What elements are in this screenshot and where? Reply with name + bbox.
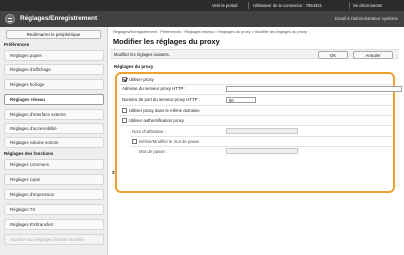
sidebar-item-accessibility[interactable]: Réglages d'accessibilité (4, 123, 104, 134)
functions-heading: Réglages des fonctions (4, 151, 54, 156)
page-title: Modifier les réglages du proxy (113, 37, 220, 46)
login-user-label: Utilisateur de la connexion : 7654321 (253, 3, 322, 8)
sidebar-item-common[interactable]: Réglages communs (4, 159, 104, 170)
set-password-checkbox[interactable] (132, 139, 137, 144)
sidebar-item-copy[interactable]: Réglages copie (4, 174, 104, 185)
row-divider (120, 94, 392, 95)
proxy-port-label: Numéro de port du serveur proxy HTTP : (122, 97, 200, 102)
row-divider (130, 146, 392, 147)
row-divider (120, 115, 392, 116)
sidebar: Redémarrer le périphérique Préférences R… (0, 27, 108, 255)
sidebar-item-external-interface[interactable]: Réglages d'interface externe (4, 109, 104, 120)
app-title: Réglages/Enregistrement (20, 15, 98, 22)
section-title: Réglages du proxy (114, 64, 154, 69)
email-admin-link[interactable]: Email à l'administrateur système (335, 16, 398, 21)
proxy-address-input[interactable] (226, 86, 402, 92)
sidebar-item-network[interactable]: Réglages réseau (4, 94, 104, 105)
proxy-auth-checkbox[interactable] (122, 118, 127, 123)
instruction-text: Modifiez les réglages suivants. (114, 52, 170, 57)
sidebar-item-clock[interactable]: Réglages horloge (4, 79, 104, 90)
main-content: Réglages/Enregistrement : Préférences : … (110, 27, 404, 255)
portal-link[interactable]: Vers le portail (212, 3, 237, 8)
sidebar-item-stored-files[interactable]: Accéder aux réglages fichiers stockés (4, 234, 104, 245)
top-bar: Vers le portail Utilisateur de la connex… (0, 0, 404, 11)
cancel-button[interactable]: Annuler (353, 51, 393, 59)
username-input[interactable] (226, 128, 298, 134)
sidebar-item-display[interactable]: Réglages d'affichage (4, 64, 104, 75)
sidebar-item-print[interactable]: Réglages d'impression (4, 189, 104, 200)
settings-logo-icon (5, 14, 15, 24)
row-divider (120, 105, 392, 106)
breadcrumb: Réglages/Enregistrement : Préférences : … (113, 29, 307, 34)
restart-device-button[interactable]: Redémarrer le périphérique (6, 30, 101, 39)
top-bar-divider (349, 2, 350, 9)
sidebar-item-volume[interactable]: Réglages volume sonore (4, 137, 104, 148)
use-proxy-label: Utiliser proxy (129, 77, 154, 82)
action-bar: Modifiez les réglages suivants. OK Annul… (110, 49, 399, 59)
same-domain-checkbox[interactable] (122, 108, 127, 113)
top-bar-divider (248, 2, 249, 9)
row-divider (130, 136, 392, 137)
logout-link[interactable]: Se déconnecter (353, 3, 382, 8)
same-domain-label: Utiliser proxy dans le même domaine (129, 108, 200, 113)
username-label: Nom d'utilisateur : (132, 129, 167, 134)
plus-minus-mark: ± (112, 170, 115, 176)
proxy-address-label: Adresse du serveur proxy HTTP : (122, 86, 186, 91)
sidebar-item-tx[interactable]: Réglages TX (4, 204, 104, 215)
sidebar-item-rx-forward[interactable]: Réglages RX/transfert (4, 219, 104, 230)
password-label: Mot de passe : (139, 149, 168, 154)
proxy-auth-label: Utiliser authentification proxy (129, 118, 184, 123)
set-password-label: Définir/Modifier le mot de passe (139, 139, 200, 144)
use-proxy-checkbox[interactable] (122, 77, 127, 82)
preferences-heading: Préférences (4, 42, 30, 47)
app-header: Réglages/Enregistrement Email à l'admini… (0, 11, 404, 27)
password-input[interactable] (226, 148, 298, 154)
proxy-port-input[interactable]: 80 (226, 97, 256, 103)
row-divider (120, 125, 392, 126)
ok-button[interactable]: OK (318, 51, 348, 59)
sidebar-item-paper[interactable]: Réglages papier (4, 50, 104, 61)
row-divider (120, 84, 392, 85)
